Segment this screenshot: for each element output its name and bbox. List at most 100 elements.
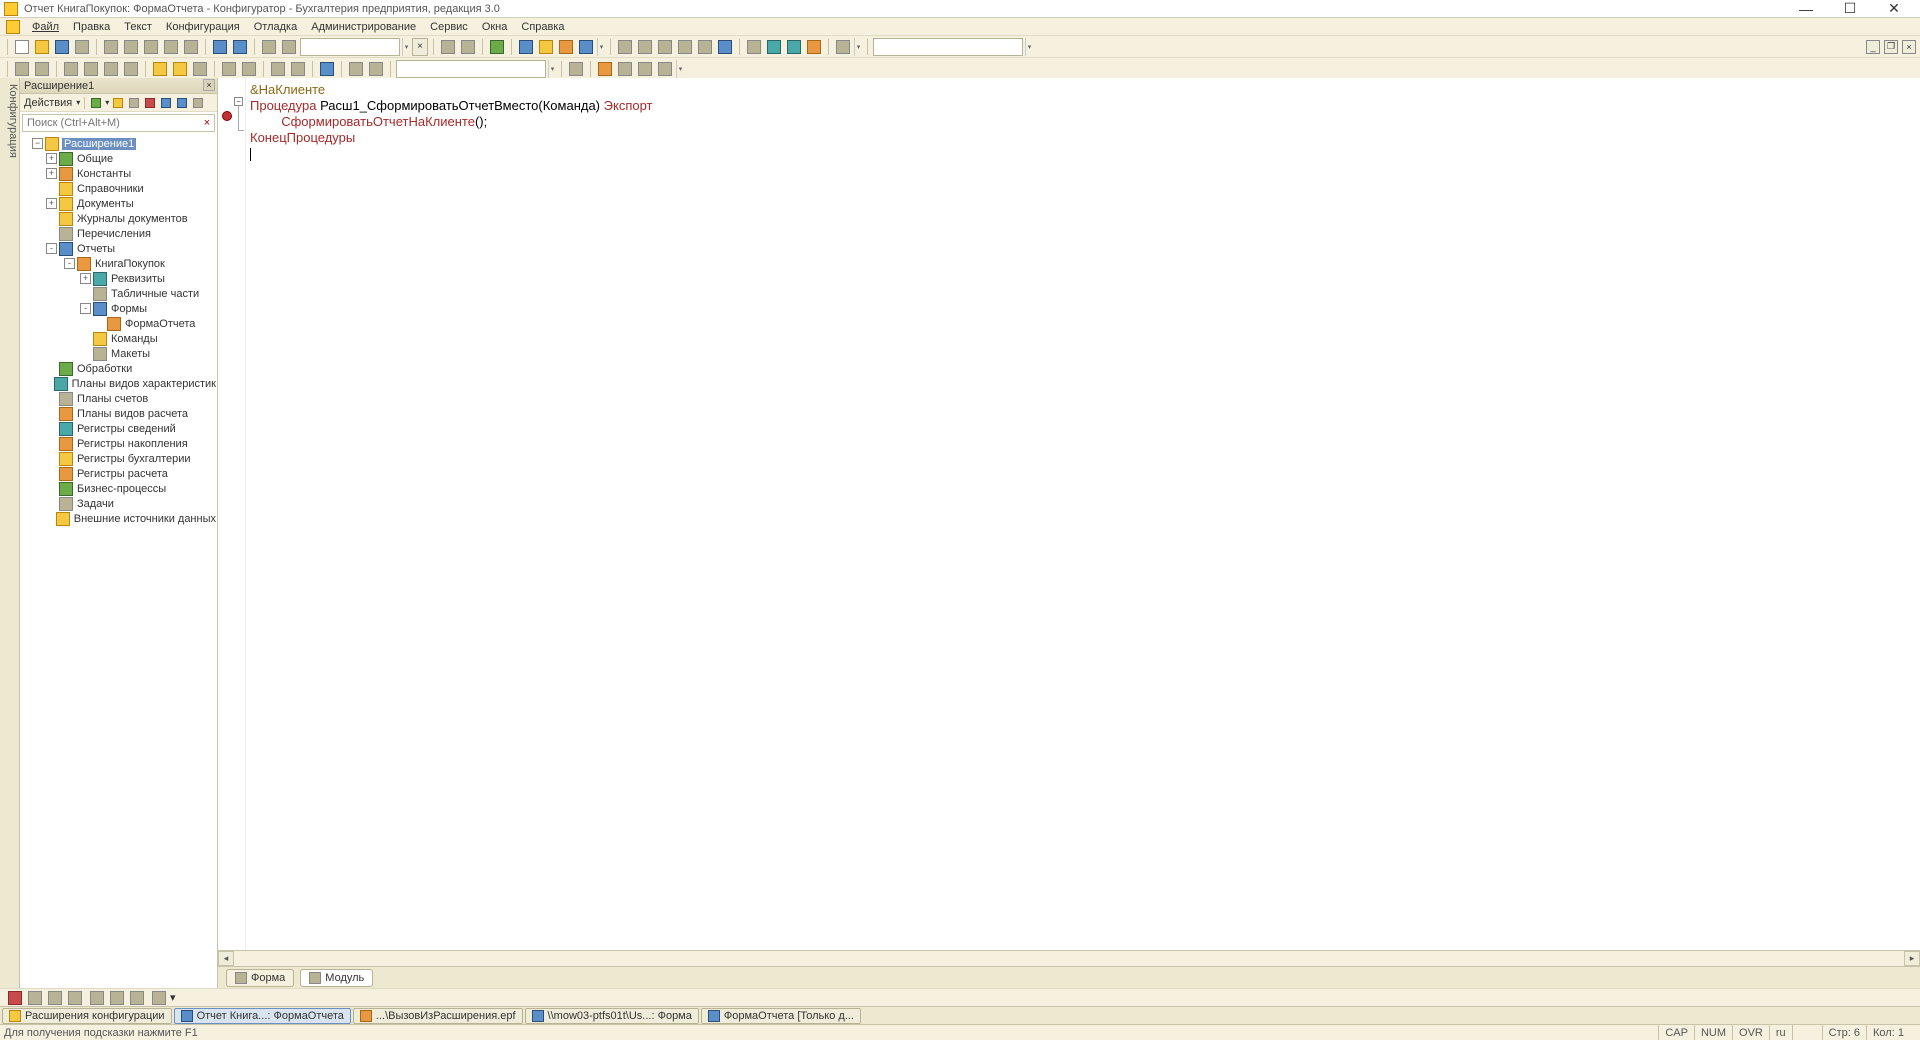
fold-icon[interactable]: − bbox=[234, 97, 243, 106]
tb-b-icon[interactable] bbox=[459, 38, 477, 56]
tree-search-input[interactable] bbox=[23, 117, 200, 129]
tree-node[interactable]: -КнигаПокупок bbox=[20, 256, 217, 271]
bookmark-icon[interactable] bbox=[318, 60, 336, 78]
menu-admin[interactable]: Администрирование bbox=[305, 19, 422, 35]
tree-node[interactable]: -Отчеты bbox=[20, 241, 217, 256]
editor-tab[interactable]: Модуль bbox=[300, 969, 373, 987]
nav-fwd-icon[interactable] bbox=[171, 60, 189, 78]
step-over-icon[interactable] bbox=[616, 38, 634, 56]
debug-start-icon[interactable] bbox=[488, 38, 506, 56]
delete-icon[interactable] bbox=[143, 96, 157, 110]
menu-help[interactable]: Справка bbox=[515, 19, 570, 35]
add-icon[interactable] bbox=[89, 96, 103, 110]
tt-l-icon[interactable] bbox=[567, 60, 585, 78]
new-file-icon[interactable] bbox=[13, 38, 31, 56]
perf-icon[interactable] bbox=[805, 38, 823, 56]
watch-icon[interactable] bbox=[765, 38, 783, 56]
bm-c-icon[interactable] bbox=[46, 989, 64, 1007]
scroll-left-icon[interactable]: ◂ bbox=[218, 951, 234, 966]
cut-icon[interactable] bbox=[102, 38, 120, 56]
open-file-icon[interactable] bbox=[33, 38, 51, 56]
compare-icon[interactable] bbox=[162, 38, 180, 56]
tt-n-icon[interactable] bbox=[616, 60, 634, 78]
tt-h-icon[interactable] bbox=[220, 60, 238, 78]
tt-d-icon[interactable] bbox=[82, 60, 100, 78]
step-into-icon[interactable] bbox=[636, 38, 654, 56]
save-icon[interactable] bbox=[53, 38, 71, 56]
tree-node[interactable]: ФормаОтчета bbox=[20, 316, 217, 331]
tt-b-icon[interactable] bbox=[33, 60, 51, 78]
menu-service[interactable]: Сервис bbox=[424, 19, 474, 35]
add-dd-icon[interactable]: ▾ bbox=[105, 98, 109, 107]
tree-node[interactable]: Планы видов расчета bbox=[20, 406, 217, 421]
undo-icon[interactable] bbox=[211, 38, 229, 56]
search-combo[interactable] bbox=[300, 38, 400, 56]
timer-dd-icon[interactable]: ▾ bbox=[854, 38, 862, 56]
goto-dd-icon[interactable]: ▾ bbox=[548, 60, 556, 78]
proc-dd-icon[interactable]: ▾ bbox=[1025, 38, 1033, 56]
tree-body[interactable]: − Расширение1 +Общие+КонстантыСправочник… bbox=[20, 134, 217, 988]
uncomment-icon[interactable] bbox=[289, 60, 307, 78]
prop-icon[interactable] bbox=[127, 96, 141, 110]
expand-icon[interactable]: + bbox=[80, 273, 91, 284]
nav-back-icon[interactable] bbox=[151, 60, 169, 78]
tree-node[interactable]: +Константы bbox=[20, 166, 217, 181]
code-editor[interactable]: − &НаКлиенте Процедура Расш1_Сформироват… bbox=[218, 78, 1920, 950]
gutter[interactable]: − bbox=[218, 78, 246, 950]
down-icon[interactable] bbox=[175, 96, 189, 110]
copy-icon[interactable] bbox=[122, 38, 140, 56]
tree-node[interactable]: Регистры расчета bbox=[20, 466, 217, 481]
close-button[interactable]: ✕ bbox=[1872, 0, 1916, 18]
bm-h-dd-icon[interactable]: ▾ bbox=[170, 991, 176, 1004]
code-content[interactable]: &НаКлиенте Процедура Расш1_СформироватьО… bbox=[246, 78, 1920, 950]
tt-f-icon[interactable] bbox=[122, 60, 140, 78]
menu-debug[interactable]: Отладка bbox=[248, 19, 303, 35]
expand-icon[interactable]: - bbox=[64, 258, 75, 269]
breakpoint-icon[interactable] bbox=[222, 111, 232, 121]
window-tab[interactable]: \\mow03-ptfs01t\Us...: Форма bbox=[525, 1008, 699, 1024]
goto-combo[interactable] bbox=[396, 60, 546, 78]
tree-close-icon[interactable]: × bbox=[203, 79, 215, 91]
mdi-close-icon[interactable]: × bbox=[1902, 40, 1916, 54]
bm-a-icon[interactable] bbox=[6, 989, 24, 1007]
up-icon[interactable] bbox=[159, 96, 173, 110]
extra-icon[interactable] bbox=[182, 38, 200, 56]
menu-edit[interactable]: Правка bbox=[67, 19, 116, 35]
tt-k-icon[interactable] bbox=[367, 60, 385, 78]
app-menu-icon[interactable] bbox=[6, 20, 20, 34]
tree-node[interactable]: Планы видов характеристик bbox=[20, 376, 217, 391]
tree-node[interactable]: Внешние источники данных bbox=[20, 511, 217, 526]
tree-node[interactable]: Журналы документов bbox=[20, 211, 217, 226]
bm-h-icon[interactable] bbox=[150, 989, 168, 1007]
comment-icon[interactable] bbox=[269, 60, 287, 78]
tree-node[interactable]: Регистры бухгалтерии bbox=[20, 451, 217, 466]
maximize-button[interactable]: ☐ bbox=[1828, 0, 1872, 18]
tt-e-icon[interactable] bbox=[102, 60, 120, 78]
tree-node[interactable]: Макеты bbox=[20, 346, 217, 361]
mdi-minimize-icon[interactable]: _ bbox=[1866, 40, 1880, 54]
tree-node[interactable]: Обработки bbox=[20, 361, 217, 376]
print-icon[interactable] bbox=[73, 38, 91, 56]
redo-icon[interactable] bbox=[231, 38, 249, 56]
minimize-button[interactable]: — bbox=[1784, 0, 1828, 18]
tree-root[interactable]: − Расширение1 bbox=[20, 136, 217, 151]
bm-e-icon[interactable] bbox=[88, 989, 106, 1007]
continue-icon[interactable] bbox=[716, 38, 734, 56]
window-tab[interactable]: Расширения конфигурации bbox=[2, 1008, 172, 1024]
tt-m-icon[interactable] bbox=[596, 60, 614, 78]
tt-p-icon[interactable] bbox=[656, 60, 674, 78]
status-lang[interactable]: ru bbox=[1769, 1025, 1792, 1040]
tree-node[interactable]: Планы счетов bbox=[20, 391, 217, 406]
tt-j-icon[interactable] bbox=[347, 60, 365, 78]
debug-pause-icon[interactable] bbox=[537, 38, 555, 56]
mdi-restore-icon[interactable]: ❐ bbox=[1884, 40, 1898, 54]
edit-icon[interactable] bbox=[111, 96, 125, 110]
timer-icon[interactable] bbox=[834, 38, 852, 56]
scroll-right-icon[interactable]: ▸ bbox=[1904, 951, 1920, 966]
find-icon[interactable] bbox=[260, 38, 278, 56]
expand-icon[interactable]: − bbox=[32, 138, 43, 149]
paste-icon[interactable] bbox=[142, 38, 160, 56]
expand-icon[interactable]: - bbox=[80, 303, 91, 314]
tree-search-clear-icon[interactable]: × bbox=[200, 117, 214, 129]
expand-icon[interactable]: - bbox=[46, 243, 57, 254]
